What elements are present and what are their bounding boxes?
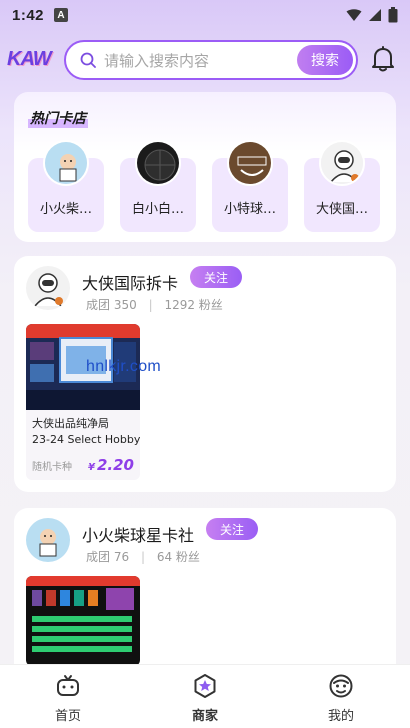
follow-button[interactable]: 关注: [190, 266, 243, 288]
hot-shop-item[interactable]: 白小白…: [120, 140, 196, 240]
nav-home[interactable]: 首页: [28, 673, 108, 724]
stats-divider: |: [148, 298, 153, 312]
hot-shop-item[interactable]: 小特球…: [212, 140, 288, 240]
shop-name: 小火柴…: [39, 202, 92, 217]
nav-merchants-label: 商家: [191, 709, 218, 724]
status-time: 1:42: [12, 6, 45, 24]
hot-shops-panel: 热门卡店 小火柴… 白小白… 小特球… 大侠国…: [14, 92, 396, 242]
product-tag: 随机卡种: [32, 462, 72, 473]
face-icon: [329, 674, 353, 698]
product-card[interactable]: [26, 576, 140, 666]
wifi-icon: [346, 9, 362, 21]
store-name: 大侠国际拆卡: [82, 274, 179, 293]
app-logo: KAW: [7, 48, 52, 70]
store-avatar: [26, 518, 70, 562]
search-bar[interactable]: 请输入搜索内容 搜索: [64, 40, 358, 80]
price-currency: ¥: [88, 462, 95, 473]
shop-avatar: [43, 140, 89, 186]
stats-divider: |: [140, 550, 145, 564]
price-value: 2.20: [96, 456, 134, 474]
store-stats: 成团 76 | 64 粉丝: [86, 548, 200, 565]
store-card[interactable]: 大侠国际拆卡 关注 成团 350 | 1292 粉丝 大侠出品纯净局 23-24…: [14, 256, 396, 492]
search-icon: [80, 52, 96, 68]
header: KAW 请输入搜索内容 搜索: [0, 38, 410, 82]
product-title: 大侠出品纯净局: [32, 417, 109, 430]
signal-icon: [369, 9, 381, 21]
hot-shop-item[interactable]: 大侠国…: [304, 140, 380, 240]
store-card[interactable]: 小火柴球星卡社 关注 成团 76 | 64 粉丝: [14, 508, 396, 678]
shop-avatar: [135, 140, 181, 186]
shop-name: 小特球…: [223, 202, 276, 217]
nav-profile[interactable]: 我的: [301, 673, 381, 724]
search-button[interactable]: 搜索: [297, 45, 353, 75]
search-input[interactable]: 请输入搜索内容: [104, 50, 209, 71]
shop-avatar: [319, 140, 365, 186]
status-bar: 1:42 A: [0, 0, 410, 30]
product-image: [26, 576, 140, 666]
star-badge-icon: [194, 674, 216, 698]
watermark: hnlkjr.com: [86, 358, 162, 375]
bell-icon[interactable]: [371, 46, 395, 72]
deals-count: 76: [113, 550, 130, 564]
nav-profile-label: 我的: [327, 709, 354, 724]
nav-merchants[interactable]: 商家: [165, 673, 245, 724]
product-price: ¥2.20: [88, 456, 134, 474]
deals-count: 350: [113, 298, 137, 312]
nav-home-label: 首页: [54, 709, 81, 724]
store-stats: 成团 350 | 1292 粉丝: [86, 296, 223, 313]
battery-icon: [388, 7, 398, 23]
hot-shop-item[interactable]: 小火柴…: [28, 140, 104, 240]
fans-count: 64 粉丝: [156, 550, 200, 564]
fans-count: 1292 粉丝: [164, 298, 223, 312]
deals-label: 成团: [86, 298, 111, 312]
follow-button[interactable]: 关注: [206, 518, 259, 540]
store-avatar: [26, 266, 70, 310]
shop-name: 大侠国…: [315, 202, 368, 217]
shop-name: 白小白…: [131, 202, 184, 217]
product-card[interactable]: 大侠出品纯净局 23-24 Select Hobby 随机卡种 ¥2.20: [26, 324, 140, 480]
gamepad-icon: [57, 675, 79, 696]
product-subtitle: 23-24 Select Hobby: [32, 433, 140, 446]
hot-shops-title: 热门卡店: [28, 108, 88, 128]
bottom-nav: 首页 商家 我的: [0, 664, 410, 728]
deals-label: 成团: [86, 550, 111, 564]
shop-avatar: [227, 140, 273, 186]
store-name: 小火柴球星卡社: [82, 526, 195, 545]
notification-indicator: A: [54, 8, 69, 22]
